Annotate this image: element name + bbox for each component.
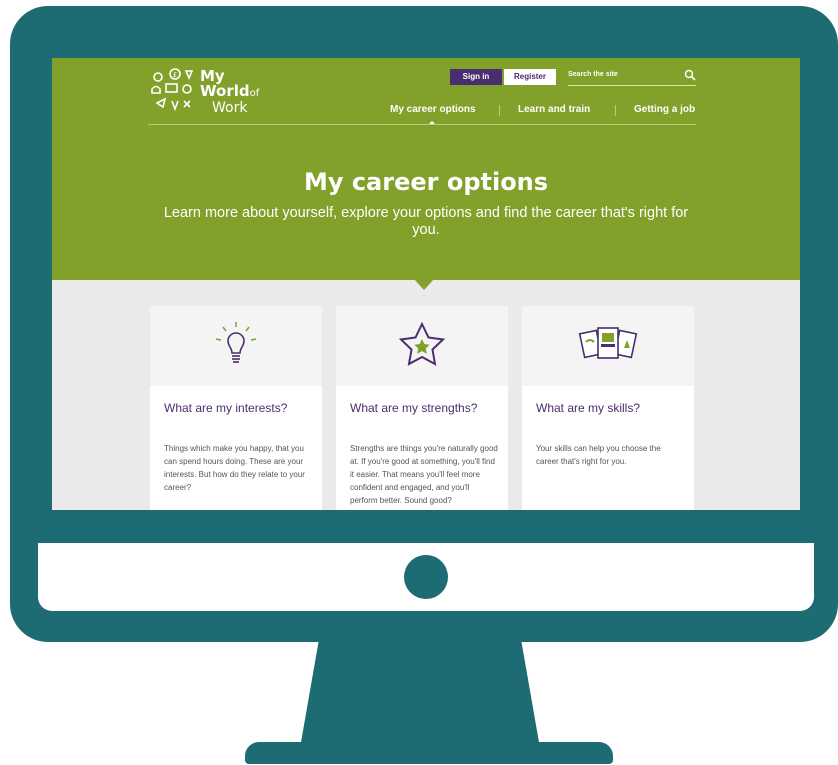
sign-in-button[interactable]: Sign in — [450, 69, 502, 85]
card-title[interactable]: What are my skills? — [536, 401, 640, 415]
card-description: Your skills can help you choose the care… — [536, 444, 661, 466]
nav-divider — [499, 105, 500, 116]
card-title[interactable]: What are my interests? — [164, 401, 287, 415]
card-skills[interactable]: What are my skills? Your skills can help… — [522, 306, 694, 510]
screen: £ My Worldof Work Sign in Register Searc… — [52, 58, 800, 510]
nav-rule — [148, 124, 696, 125]
logo-line-2: Worldof — [200, 84, 259, 101]
card-strengths[interactable]: What are my strengths? Strengths are thi… — [336, 306, 508, 510]
card-interests[interactable]: What are my interests? Things which make… — [150, 306, 322, 510]
logo-of: of — [249, 88, 260, 99]
hero-pointer — [414, 279, 434, 290]
search-input[interactable]: Search the site — [568, 69, 696, 86]
hero-banner: £ My Worldof Work Sign in Register Searc… — [52, 58, 800, 280]
active-nav-caret — [429, 121, 435, 124]
card-description: Things which make you happy, that you ca… — [164, 444, 305, 492]
page-title: My career options — [303, 168, 549, 196]
nav-getting-a-job[interactable]: Getting a job — [634, 104, 695, 115]
page-subtitle: Learn more about yourself, explore your … — [163, 205, 689, 238]
logo-world: World — [200, 82, 250, 100]
card-icon-area — [336, 306, 508, 386]
power-button — [404, 555, 448, 599]
logo-line-3: Work — [212, 100, 248, 116]
card-title[interactable]: What are my strengths? — [350, 401, 477, 415]
search-placeholder: Search the site — [568, 71, 618, 78]
cards-icon — [578, 327, 638, 359]
nav-learn-and-train[interactable]: Learn and train — [518, 104, 590, 115]
register-button[interactable]: Register — [504, 69, 556, 85]
monitor-stand — [300, 638, 540, 748]
svg-text:£: £ — [173, 71, 177, 79]
card-icon-area — [522, 306, 694, 386]
logo-icons: £ — [151, 68, 194, 112]
lightbulb-icon — [215, 322, 257, 363]
monitor-stand-base — [245, 742, 613, 764]
card-icon-area — [150, 306, 322, 386]
logo-text: My Worldof Work — [200, 69, 259, 116]
star-icon — [398, 321, 446, 366]
search-icon[interactable] — [684, 69, 696, 81]
site-logo[interactable]: £ My Worldof Work — [148, 67, 278, 117]
card-description: Strengths are things you're naturally go… — [350, 444, 498, 505]
nav-divider — [615, 105, 616, 116]
nav-my-career-options[interactable]: My career options — [390, 104, 476, 115]
